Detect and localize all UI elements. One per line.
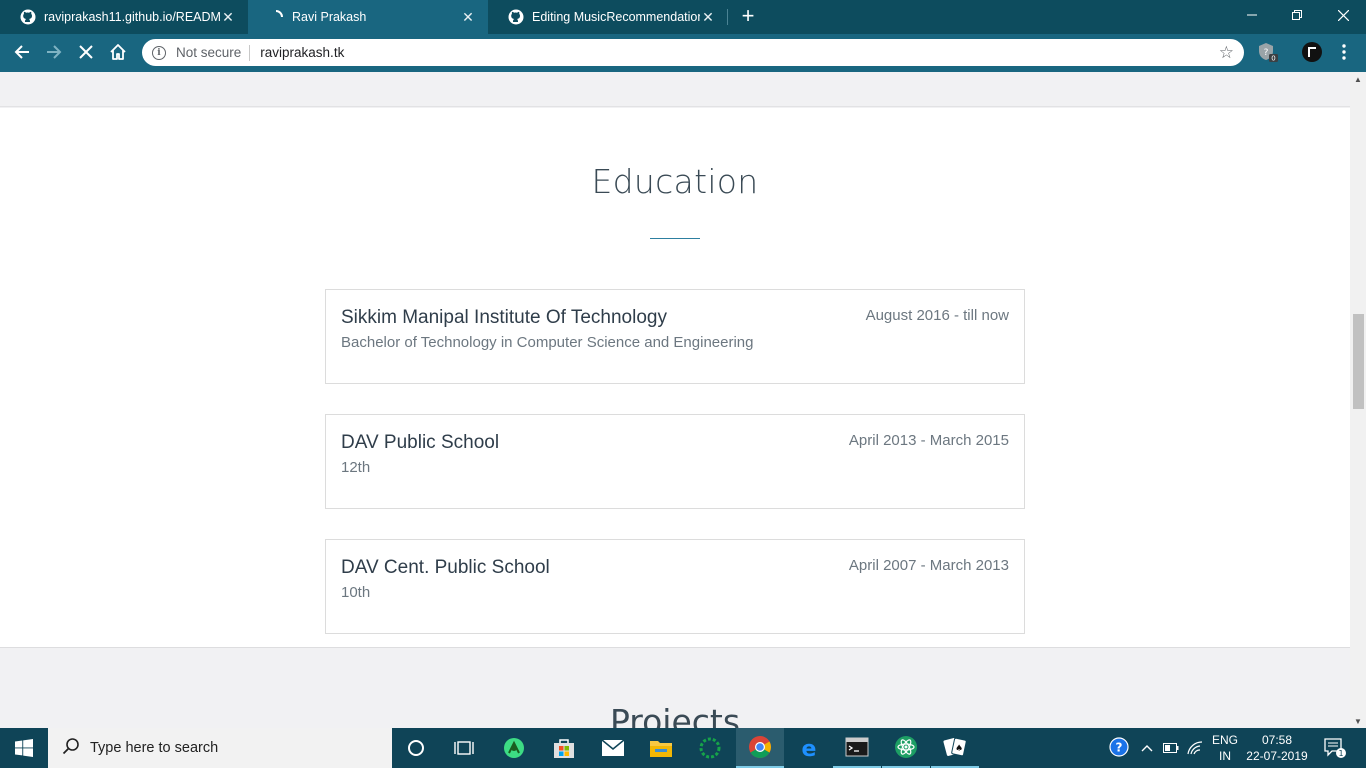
education-card: DAV Public School 12th April 2013 - Marc… (325, 414, 1025, 509)
terminal-icon[interactable] (833, 728, 881, 768)
url-text[interactable]: raviprakash.tk (260, 45, 1218, 60)
minimize-button[interactable] (1229, 0, 1275, 30)
extension-badge: 0 (1271, 55, 1275, 63)
projects-title: Projects (609, 702, 741, 728)
github-icon (508, 9, 524, 25)
tab-title: Editing MusicRecommendationSy (532, 10, 700, 24)
menu-button[interactable] (1332, 40, 1356, 64)
school-name: DAV Cent. Public School (341, 557, 550, 578)
close-window-button[interactable] (1320, 0, 1366, 30)
back-button[interactable] (8, 38, 36, 66)
file-explorer-icon[interactable] (637, 728, 685, 768)
search-placeholder[interactable]: Type here to search (90, 740, 218, 756)
notification-count: 1 (1338, 749, 1343, 758)
title-underline (650, 238, 700, 239)
windows-logo-icon (15, 739, 33, 757)
back-arrow-icon (14, 45, 29, 59)
stop-button[interactable] (72, 38, 100, 66)
windows-taskbar: Type here to search e ♠ ? ENG IN 07:58 2… (0, 728, 1366, 768)
page-scrollbar[interactable]: ▲ ▼ (1350, 72, 1366, 728)
tab-editing-music[interactable]: Editing MusicRecommendationSy ✕ (488, 0, 728, 34)
store-icon[interactable] (540, 728, 588, 768)
tab-ravi-prakash[interactable]: Ravi Prakash ✕ (248, 0, 488, 34)
previous-section-band (0, 72, 1350, 107)
github-icon (20, 9, 36, 25)
extension-shield-button[interactable]: ? 0 (1256, 40, 1280, 64)
forward-arrow-icon (47, 45, 62, 59)
cortana-icon[interactable] (392, 728, 440, 768)
taskbar-search[interactable]: Type here to search (48, 728, 392, 768)
school-name: DAV Public School (341, 432, 500, 453)
svg-text:♠: ♠ (955, 744, 963, 754)
svg-text:?: ? (1264, 48, 1269, 58)
scroll-thumb[interactable] (1353, 314, 1364, 409)
education-card: Sikkim Manipal Institute Of Technology B… (325, 289, 1025, 384)
close-tab-icon[interactable]: ✕ (460, 9, 476, 25)
degree-text: 10th (341, 584, 371, 601)
new-tab-button[interactable]: + (736, 5, 760, 29)
omnibox-divider (249, 44, 251, 61)
home-icon (110, 44, 126, 60)
profile-icon (1302, 42, 1322, 62)
tab-readme[interactable]: raviprakash11.github.io/README ✕ (0, 0, 248, 34)
stop-icon (79, 45, 93, 59)
school-name: Sikkim Manipal Institute Of Technology (341, 307, 667, 328)
search-icon (62, 737, 82, 760)
language-code: ENG (1211, 733, 1238, 747)
address-bar[interactable]: i Not secure raviprakash.tk ☆ (142, 39, 1244, 66)
atom-icon[interactable] (882, 728, 930, 768)
forward-button[interactable] (40, 38, 68, 66)
chrome-icon[interactable] (736, 728, 784, 768)
close-tab-icon[interactable]: ✕ (700, 9, 716, 25)
date-range: April 2007 - March 2013 (848, 557, 1009, 574)
scroll-down-arrow-icon[interactable]: ▼ (1350, 714, 1366, 728)
clock-date: 22-07-2019 (1246, 749, 1308, 763)
loading-icon (268, 9, 284, 25)
language-indicator[interactable]: ENG IN (1208, 732, 1242, 764)
degree-text: Bachelor of Technology in Computer Scien… (341, 334, 754, 351)
kebab-menu-icon (1342, 44, 1346, 60)
battery-icon[interactable] (1160, 728, 1182, 768)
clock-time: 07:58 (1261, 733, 1293, 747)
spinner-app-icon[interactable] (686, 728, 734, 768)
profile-avatar-button[interactable] (1300, 40, 1324, 64)
tab-separator (727, 9, 728, 25)
tab-title: Ravi Prakash (292, 10, 367, 24)
education-card: DAV Cent. Public School 10th April 2007 … (325, 539, 1025, 634)
restore-button[interactable] (1274, 0, 1320, 30)
chevron-up-icon[interactable] (1138, 728, 1156, 768)
edge-icon[interactable]: e (785, 728, 833, 768)
close-tab-icon[interactable]: ✕ (220, 9, 236, 25)
tab-title: raviprakash11.github.io/README (44, 10, 220, 24)
svg-text:?: ? (1116, 741, 1123, 755)
scroll-up-arrow-icon[interactable]: ▲ (1350, 72, 1366, 86)
region-code: IN (1219, 749, 1231, 763)
degree-text: 12th (341, 459, 371, 476)
section-title: Education (591, 162, 759, 201)
page-viewport: Education Sikkim Manipal Institute Of Te… (0, 72, 1350, 728)
info-icon[interactable]: i (152, 45, 166, 60)
android-studio-icon[interactable] (490, 728, 538, 768)
date-range: April 2013 - March 2015 (848, 432, 1009, 449)
system-clock[interactable]: 07:58 22-07-2019 (1244, 732, 1310, 764)
solitaire-icon[interactable]: ♠ (931, 728, 979, 768)
wifi-icon[interactable] (1184, 728, 1206, 768)
help-icon[interactable]: ? (1106, 728, 1134, 768)
bookmark-star-icon[interactable]: ☆ (1219, 43, 1234, 63)
mail-icon[interactable] (589, 728, 637, 768)
home-button[interactable] (104, 38, 132, 66)
start-button[interactable] (0, 728, 48, 768)
svg-text:e: e (802, 737, 817, 760)
date-range: August 2016 - till now (865, 307, 1009, 324)
notification-center-icon[interactable]: 1 (1320, 728, 1350, 768)
tab-strip: raviprakash11.github.io/README ✕ Ravi Pr… (0, 0, 1366, 34)
education-section: Education Sikkim Manipal Institute Of Te… (0, 108, 1350, 648)
task-view-icon[interactable] (440, 728, 488, 768)
security-label[interactable]: Not secure (176, 45, 241, 60)
